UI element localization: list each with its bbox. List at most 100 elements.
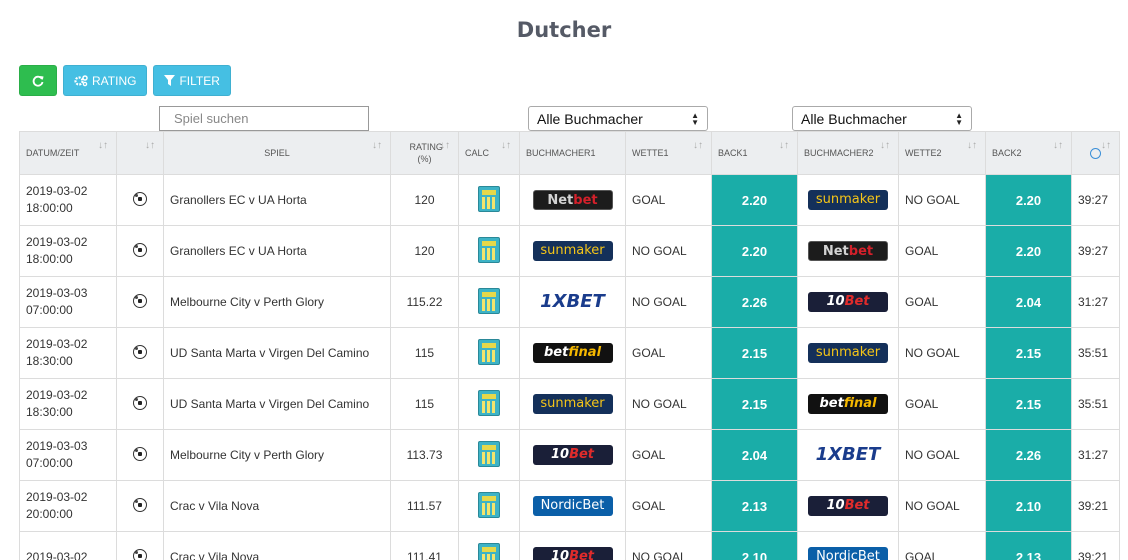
cell-buchmacher1[interactable]: 10Bet (519, 429, 626, 481)
col-header-buchmacher2[interactable]: BUCHMACHER2 ↓↑ (797, 131, 899, 175)
netbet-logo-main: Net (822, 244, 849, 259)
cell-back2[interactable]: 2.15 (985, 378, 1072, 430)
cell-calc (458, 225, 520, 277)
cell-rating: 115 (390, 327, 459, 379)
calculator-icon[interactable] (478, 491, 500, 518)
calculator-icon[interactable] (478, 542, 500, 560)
cell-wette2: GOAL (898, 378, 986, 430)
col-header-datum[interactable]: DATUM/ZEIT ↓↑ (19, 131, 117, 175)
calculator-icon[interactable] (478, 185, 500, 212)
betfinal-logo: betfinal (532, 343, 613, 363)
col-header-wette1-label: WETTE1 (632, 148, 669, 158)
col-header-buchmacher2-label: BUCHMACHER2 (804, 148, 874, 158)
cell-buchmacher2[interactable]: Netbet (797, 225, 899, 277)
cell-back1[interactable]: 2.13 (711, 480, 798, 532)
col-header-back2[interactable]: BACK2 ↓↑ (985, 131, 1072, 175)
cell-datum: 2019-03-03 07:00:00 (19, 429, 117, 481)
calculator-icon[interactable] (478, 389, 500, 416)
cell-buchmacher2[interactable]: 10Bet (797, 276, 899, 328)
cell-back1[interactable]: 2.04 (711, 429, 798, 481)
table-row[interactable]: 2019-03-03 07:00:00 Melbourne City v Per… (19, 276, 1120, 328)
bookmaker-select-2-value: Alle Buchmacher (801, 110, 907, 127)
col-header-spiel[interactable]: SPIEL ↓↑ (163, 131, 391, 175)
cell-buchmacher1[interactable]: sunmaker (519, 378, 626, 430)
table-row[interactable]: 2019-03-03 07:00:00 Melbourne City v Per… (19, 429, 1120, 481)
col-header-wette2[interactable]: WETTE2 ↓↑ (898, 131, 986, 175)
cell-back2[interactable]: 2.10 (985, 480, 1072, 532)
cell-buchmacher1[interactable]: sunmaker (519, 225, 626, 277)
cell-buchmacher2[interactable]: betfinal (797, 378, 899, 430)
col-header-timer[interactable]: ↓↑ (1071, 131, 1120, 175)
cell-spiel[interactable]: UD Santa Marta v Virgen Del Camino (163, 327, 391, 379)
cell-datum: 2019-03-02 20:00:00 (19, 480, 117, 532)
select-arrows-icon: ▲ ▼ (955, 110, 963, 127)
cell-back2[interactable]: 2.04 (985, 276, 1072, 328)
cell-buchmacher2[interactable]: sunmaker (797, 327, 899, 379)
cell-time: 18:00:00 (26, 201, 73, 215)
1xbet-logo: 1XBET (808, 445, 888, 465)
cell-buchmacher2[interactable]: NordicBet (797, 531, 899, 560)
refresh-button[interactable] (19, 65, 57, 96)
calculator-icon[interactable] (478, 236, 500, 263)
cell-back1[interactable]: 2.15 (711, 327, 798, 379)
sunmaker-logo: sunmaker (532, 241, 613, 261)
cell-spiel[interactable]: Melbourne City v Perth Glory (163, 276, 391, 328)
cell-back2[interactable]: 2.15 (985, 327, 1072, 379)
table-row[interactable]: 2019-03-02 Crac v Vila Nova 111.41 10Bet… (19, 531, 1120, 560)
cell-rating: 111.41 (390, 531, 459, 560)
cell-spiel[interactable]: Granollers EC v UA Horta (163, 225, 391, 277)
col-header-back1[interactable]: BACK1 ↓↑ (711, 131, 798, 175)
cell-back2[interactable]: 2.20 (985, 225, 1072, 277)
cell-buchmacher1[interactable]: NordicBet (519, 480, 626, 532)
sunmaker-logo: sunmaker (532, 394, 613, 414)
filter-button[interactable]: FILTER (153, 65, 231, 96)
calculator-icon[interactable] (478, 338, 500, 365)
cell-calc (458, 276, 520, 328)
cell-timer: 35:51 (1071, 378, 1120, 430)
table-row[interactable]: 2019-03-02 18:00:00 Granollers EC v UA H… (19, 174, 1120, 226)
cell-buchmacher1[interactable]: 10Bet (519, 531, 626, 560)
col-header-calc[interactable]: CALC ↓↑ (458, 131, 520, 175)
table-row[interactable]: 2019-03-02 18:00:00 Granollers EC v UA H… (19, 225, 1120, 277)
cell-spiel[interactable]: Melbourne City v Perth Glory (163, 429, 391, 481)
cell-spiel[interactable]: Granollers EC v UA Horta (163, 174, 391, 226)
calculator-icon[interactable] (478, 287, 500, 314)
cell-buchmacher2[interactable]: 1XBET (797, 429, 899, 481)
rating-button[interactable]: RATING (63, 65, 148, 96)
col-header-rating[interactable]: RATING (%) ↓↑ (390, 131, 459, 175)
10bet-logo-accent: Bet (844, 294, 870, 309)
cell-spiel[interactable]: Crac v Vila Nova (163, 531, 391, 560)
cell-spiel[interactable]: Crac v Vila Nova (163, 480, 391, 532)
cell-back2[interactable]: 2.20 (985, 174, 1072, 226)
cell-wette1: NO GOAL (625, 225, 712, 277)
bookmaker-select-1[interactable]: Alle Buchmacher ▲ ▼ (528, 106, 708, 131)
cell-spiel[interactable]: UD Santa Marta v Virgen Del Camino (163, 378, 391, 430)
table-row[interactable]: 2019-03-02 20:00:00 Crac v Vila Nova 111… (19, 480, 1120, 532)
cell-buchmacher1[interactable]: Netbet (519, 174, 626, 226)
cell-back2[interactable]: 2.13 (985, 531, 1072, 560)
calculator-icon[interactable] (478, 440, 500, 467)
col-header-sport[interactable]: ↓↑ (116, 131, 164, 175)
search-input[interactable]: Spiel suchen (159, 106, 369, 131)
cell-back1[interactable]: 2.10 (711, 531, 798, 560)
cell-back1[interactable]: 2.20 (711, 174, 798, 226)
cell-buchmacher2[interactable]: sunmaker (797, 174, 899, 226)
sunmaker-logo-accent: sunmaker (815, 345, 881, 360)
col-header-wette1[interactable]: WETTE1 ↓↑ (625, 131, 712, 175)
table-row[interactable]: 2019-03-02 18:30:00 UD Santa Marta v Vir… (19, 327, 1120, 379)
cell-back1[interactable]: 2.15 (711, 378, 798, 430)
cell-buchmacher1[interactable]: 1XBET (519, 276, 626, 328)
cell-sport (116, 429, 164, 481)
table-row[interactable]: 2019-03-02 18:30:00 UD Santa Marta v Vir… (19, 378, 1120, 430)
netbet-logo: Netbet (532, 190, 613, 210)
cell-back2[interactable]: 2.26 (985, 429, 1072, 481)
betfinal-logo-accent: final (843, 396, 877, 411)
cell-wette1: GOAL (625, 327, 712, 379)
cell-buchmacher1[interactable]: betfinal (519, 327, 626, 379)
cell-back1[interactable]: 2.20 (711, 225, 798, 277)
cell-date: 2019-03-03 (26, 439, 88, 453)
cell-back1[interactable]: 2.26 (711, 276, 798, 328)
col-header-buchmacher1[interactable]: BUCHMACHER1 (519, 131, 626, 175)
bookmaker-select-2[interactable]: Alle Buchmacher ▲ ▼ (792, 106, 972, 131)
cell-buchmacher2[interactable]: 10Bet (797, 480, 899, 532)
